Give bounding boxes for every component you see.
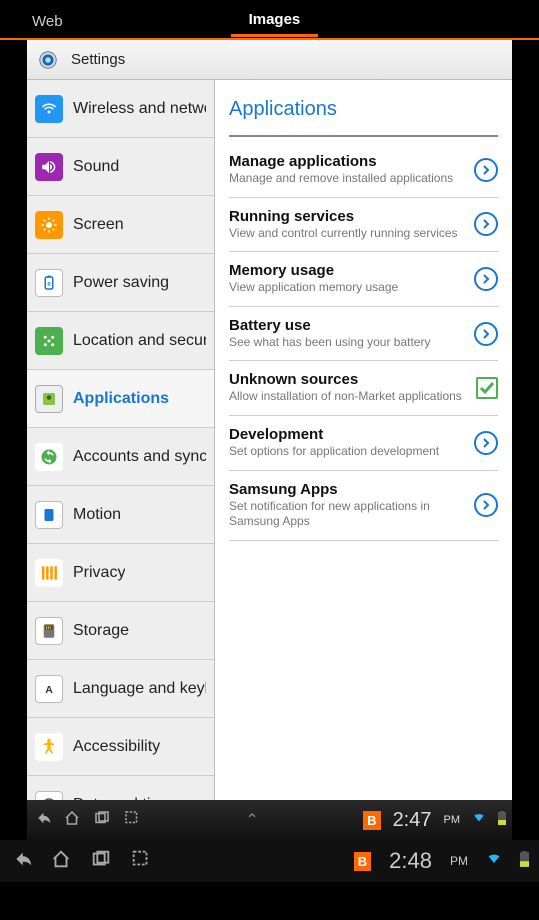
back-icon[interactable]: [10, 848, 32, 875]
sidebar-item-motion[interactable]: Motion: [27, 486, 214, 544]
checkbox-checked-icon[interactable]: [476, 377, 498, 399]
browser-tabs: Web Images: [0, 0, 539, 38]
capture-icon[interactable]: [130, 848, 152, 875]
row-title: Samsung Apps: [229, 481, 468, 498]
wifi-signal-icon: [472, 811, 486, 830]
row-unknown-sources[interactable]: Unknown sources Allow installation of no…: [229, 361, 498, 416]
row-title: Battery use: [229, 317, 468, 334]
brightness-icon: [35, 211, 63, 239]
sidebar-label: Privacy: [73, 564, 125, 582]
sidebar-label: Accessibility: [73, 738, 160, 756]
notification-badge[interactable]: B: [354, 852, 371, 871]
content-panel: Applications Manage applications Manage …: [215, 80, 512, 840]
chevron-right-icon: [474, 322, 498, 346]
row-title: Unknown sources: [229, 371, 470, 388]
chevron-right-icon: [474, 212, 498, 236]
battery-icon: [35, 269, 63, 297]
inner-navbar: ⌃ B 2:47 PM: [27, 800, 512, 840]
device-screen: Settings Wireless and networks Sound: [27, 40, 512, 840]
storage-icon: [35, 617, 63, 645]
sidebar-label: Wireless and networks: [73, 100, 206, 118]
sidebar-label: Storage: [73, 622, 129, 640]
sidebar-item-power-saving[interactable]: Power saving: [27, 254, 214, 312]
wifi-icon: [35, 95, 63, 123]
recent-icon[interactable]: [90, 848, 112, 875]
chevron-right-icon: [474, 267, 498, 291]
accessibility-icon: [35, 733, 63, 761]
motion-icon: [35, 501, 63, 529]
row-samsung-apps[interactable]: Samsung Apps Set notification for new ap…: [229, 471, 498, 541]
sidebar-item-privacy[interactable]: Privacy: [27, 544, 214, 602]
sidebar-label: Location and security: [73, 332, 206, 350]
back-icon[interactable]: [33, 809, 51, 832]
sidebar-item-accounts[interactable]: Accounts and sync: [27, 428, 214, 486]
settings-header: Settings: [27, 40, 512, 80]
row-subtitle: Manage and remove installed applications: [229, 171, 468, 187]
clock-pm: PM: [450, 854, 468, 868]
capture-icon[interactable]: [123, 809, 141, 832]
sync-icon: [35, 443, 63, 471]
notification-badge[interactable]: B: [363, 811, 380, 830]
wifi-signal-icon: [486, 851, 502, 872]
sidebar-label: Motion: [73, 506, 121, 524]
sidebar-item-applications[interactable]: Applications: [27, 370, 214, 428]
row-title: Manage applications: [229, 153, 468, 170]
language-icon: A: [35, 675, 63, 703]
sidebar-item-screen[interactable]: Screen: [27, 196, 214, 254]
sidebar-label: Sound: [73, 158, 119, 176]
battery-status-icon: [520, 851, 529, 872]
sound-icon: [35, 153, 63, 181]
row-manage-applications[interactable]: Manage applications Manage and remove in…: [229, 143, 498, 198]
clock-pm: PM: [444, 814, 461, 826]
outer-navbar: B 2:48 PM: [0, 840, 539, 882]
tab-web[interactable]: Web: [14, 3, 81, 36]
chevron-right-icon: [474, 493, 498, 517]
sidebar-label: Language and keyboard: [73, 680, 206, 698]
sidebar-label: Power saving: [73, 274, 169, 292]
row-title: Running services: [229, 208, 468, 225]
location-icon: [35, 327, 63, 355]
sidebar-item-storage[interactable]: Storage: [27, 602, 214, 660]
sidebar-label: Applications: [73, 390, 169, 408]
row-battery-use[interactable]: Battery use See what has been using your…: [229, 307, 498, 362]
row-subtitle: See what has been using your battery: [229, 335, 468, 351]
row-subtitle: Set notification for new applications in…: [229, 499, 468, 530]
row-running-services[interactable]: Running services View and control curren…: [229, 198, 498, 253]
row-title: Development: [229, 426, 468, 443]
row-subtitle: View and control currently running servi…: [229, 226, 468, 242]
settings-title: Settings: [71, 51, 125, 68]
recent-icon[interactable]: [93, 809, 111, 832]
sidebar-item-language[interactable]: A Language and keyboard: [27, 660, 214, 718]
row-development[interactable]: Development Set options for application …: [229, 416, 498, 471]
home-icon[interactable]: [50, 848, 72, 875]
row-title: Memory usage: [229, 262, 468, 279]
chevron-right-icon: [474, 431, 498, 455]
privacy-icon: [35, 559, 63, 587]
gear-icon: [37, 49, 59, 71]
row-subtitle: View application memory usage: [229, 280, 468, 296]
row-subtitle: Allow installation of non-Market applica…: [229, 389, 470, 405]
clock-time: 2:47: [393, 809, 432, 832]
apps-icon: [35, 385, 63, 413]
sidebar-item-wireless[interactable]: Wireless and networks: [27, 80, 214, 138]
sidebar-label: Accounts and sync: [73, 448, 206, 466]
battery-status-icon: [498, 811, 506, 830]
sidebar-item-sound[interactable]: Sound: [27, 138, 214, 196]
home-icon[interactable]: [63, 809, 81, 832]
clock-time: 2:48: [389, 848, 432, 874]
sidebar-item-accessibility[interactable]: Accessibility: [27, 718, 214, 776]
sidebar-item-location[interactable]: Location and security: [27, 312, 214, 370]
chevron-right-icon: [474, 158, 498, 182]
sidebar-label: Screen: [73, 216, 124, 234]
expand-icon[interactable]: ⌃: [153, 810, 351, 830]
settings-sidebar: Wireless and networks Sound Screen: [27, 80, 215, 840]
content-title: Applications: [229, 90, 498, 137]
row-memory-usage[interactable]: Memory usage View application memory usa…: [229, 252, 498, 307]
tab-images[interactable]: Images: [231, 1, 319, 37]
svg-text:A: A: [45, 683, 53, 695]
row-subtitle: Set options for application development: [229, 444, 468, 460]
